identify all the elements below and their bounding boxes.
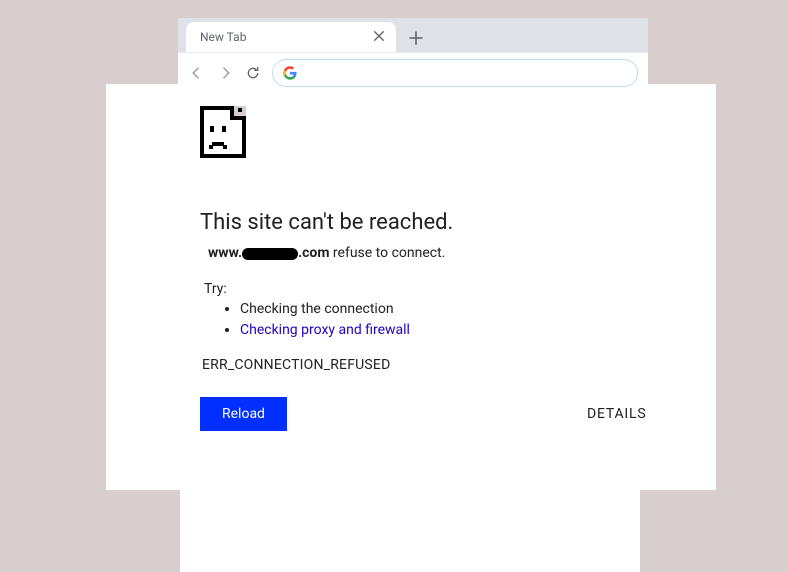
details-button[interactable]: DETAILS <box>587 406 647 422</box>
button-row: Reload DETAILS <box>200 397 686 431</box>
suggestion-check-connection: Checking the connection <box>240 299 686 320</box>
try-label: Try: <box>204 281 686 297</box>
refuse-text: refuse to connect. <box>329 245 445 261</box>
error-page-content: This site can't be reached. www. .com ref… <box>106 84 716 431</box>
address-input[interactable] <box>305 65 627 80</box>
suggestion-check-proxy-link[interactable]: Checking proxy and firewall <box>240 322 410 338</box>
browser-chrome: New Tab <box>178 18 648 92</box>
browser-tab[interactable]: New Tab <box>186 22 396 52</box>
sad-page-icon <box>200 106 686 162</box>
google-g-icon <box>283 66 297 80</box>
close-tab-icon[interactable] <box>372 30 386 44</box>
suggestion-list: Checking the connection Checking proxy a… <box>240 299 686 341</box>
address-bar[interactable] <box>272 59 638 87</box>
error-subtext: www. .com refuse to connect. <box>208 245 686 261</box>
reload-nav-button[interactable] <box>244 64 262 82</box>
site-prefix: www. <box>208 245 242 261</box>
reload-button[interactable]: Reload <box>200 397 287 431</box>
error-page-surface-extension <box>180 484 640 572</box>
tab-title: New Tab <box>200 30 362 44</box>
site-suffix: .com <box>298 245 329 261</box>
tab-strip: New Tab <box>178 18 648 52</box>
new-tab-button[interactable] <box>402 24 430 52</box>
forward-button[interactable] <box>216 64 234 82</box>
redacted-hostname <box>242 248 298 260</box>
error-heading: This site can't be reached. <box>200 210 686 235</box>
back-button[interactable] <box>188 64 206 82</box>
error-code: ERR_CONNECTION_REFUSED <box>202 357 686 373</box>
